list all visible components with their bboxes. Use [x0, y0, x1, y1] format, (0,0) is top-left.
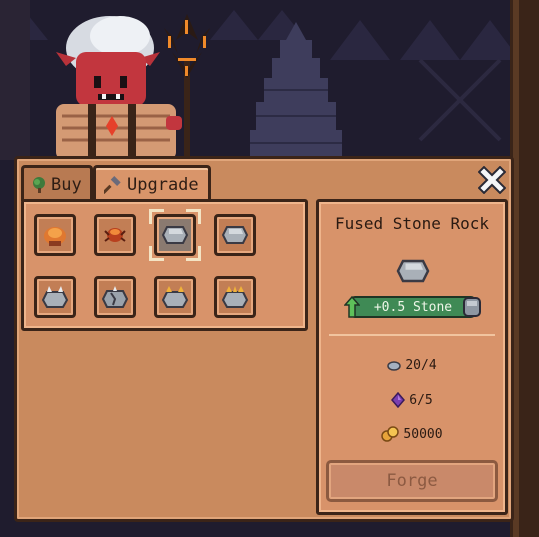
item-slot-fire-ore[interactable]	[34, 214, 76, 256]
cracked-stone-icon	[101, 286, 129, 308]
requirement-gold-value: 50000	[403, 426, 443, 442]
item-slot-spiky-stone[interactable]	[34, 276, 76, 318]
lava-spider-icon	[104, 228, 126, 242]
tree-icon	[33, 176, 45, 193]
hammer-icon	[104, 175, 121, 194]
stone-rock-icon	[396, 259, 430, 283]
shop-panel: Buy Upgrade Fused Stone Rock +0.5 Stone …	[14, 156, 514, 522]
requirement-stone-value: 20/4	[405, 358, 437, 373]
gold-spiky-stone-icon	[161, 286, 189, 308]
item-slot-cracked-stone[interactable]	[94, 276, 136, 318]
stone-rock-icon	[221, 226, 249, 244]
gold-spiky-stone-icon	[221, 286, 249, 308]
purple-gem-icon	[391, 392, 406, 408]
item-slot-gold-spiky-stone[interactable]	[154, 276, 196, 318]
requirement-gold: 50000	[319, 426, 505, 442]
tab-buy-label: Buy	[51, 174, 82, 195]
requirement-gems-value: 6/5	[409, 392, 433, 408]
upgrade-item-grid	[21, 199, 308, 331]
arrow-up-icon	[344, 296, 360, 318]
requirement-stone: 20/4	[319, 358, 505, 373]
fire-ore-icon	[44, 227, 66, 246]
close-button[interactable]	[477, 165, 507, 195]
item-slot-lava-spider[interactable]	[94, 214, 136, 256]
divider	[329, 334, 495, 336]
item-slot-gold-spiky-stone[interactable]	[214, 276, 256, 318]
stone-icon	[463, 297, 481, 317]
stone-icon	[387, 360, 402, 371]
requirement-gems: 6/5	[319, 392, 505, 408]
stone-rock-icon	[161, 226, 189, 244]
close-icon	[478, 166, 506, 194]
item-details-panel: Fused Stone Rock +0.5 Stone 20/4 6/5 500…	[316, 199, 508, 515]
gold-coins-icon	[381, 426, 400, 442]
tab-buy[interactable]: Buy	[21, 165, 93, 201]
forge-button[interactable]: Forge	[326, 460, 498, 502]
item-slot-stone-rock[interactable]	[214, 214, 256, 256]
tab-upgrade[interactable]: Upgrade	[93, 165, 211, 201]
tab-upgrade-label: Upgrade	[127, 174, 199, 195]
item-name: Fused Stone Rock	[334, 214, 490, 233]
stat-bonus-text: +0.5 Stone	[373, 299, 453, 315]
spiky-stone-icon	[41, 286, 69, 308]
item-slot-fused-stone-rock[interactable]	[149, 209, 201, 261]
stat-bonus-badge: +0.5 Stone	[344, 296, 481, 318]
